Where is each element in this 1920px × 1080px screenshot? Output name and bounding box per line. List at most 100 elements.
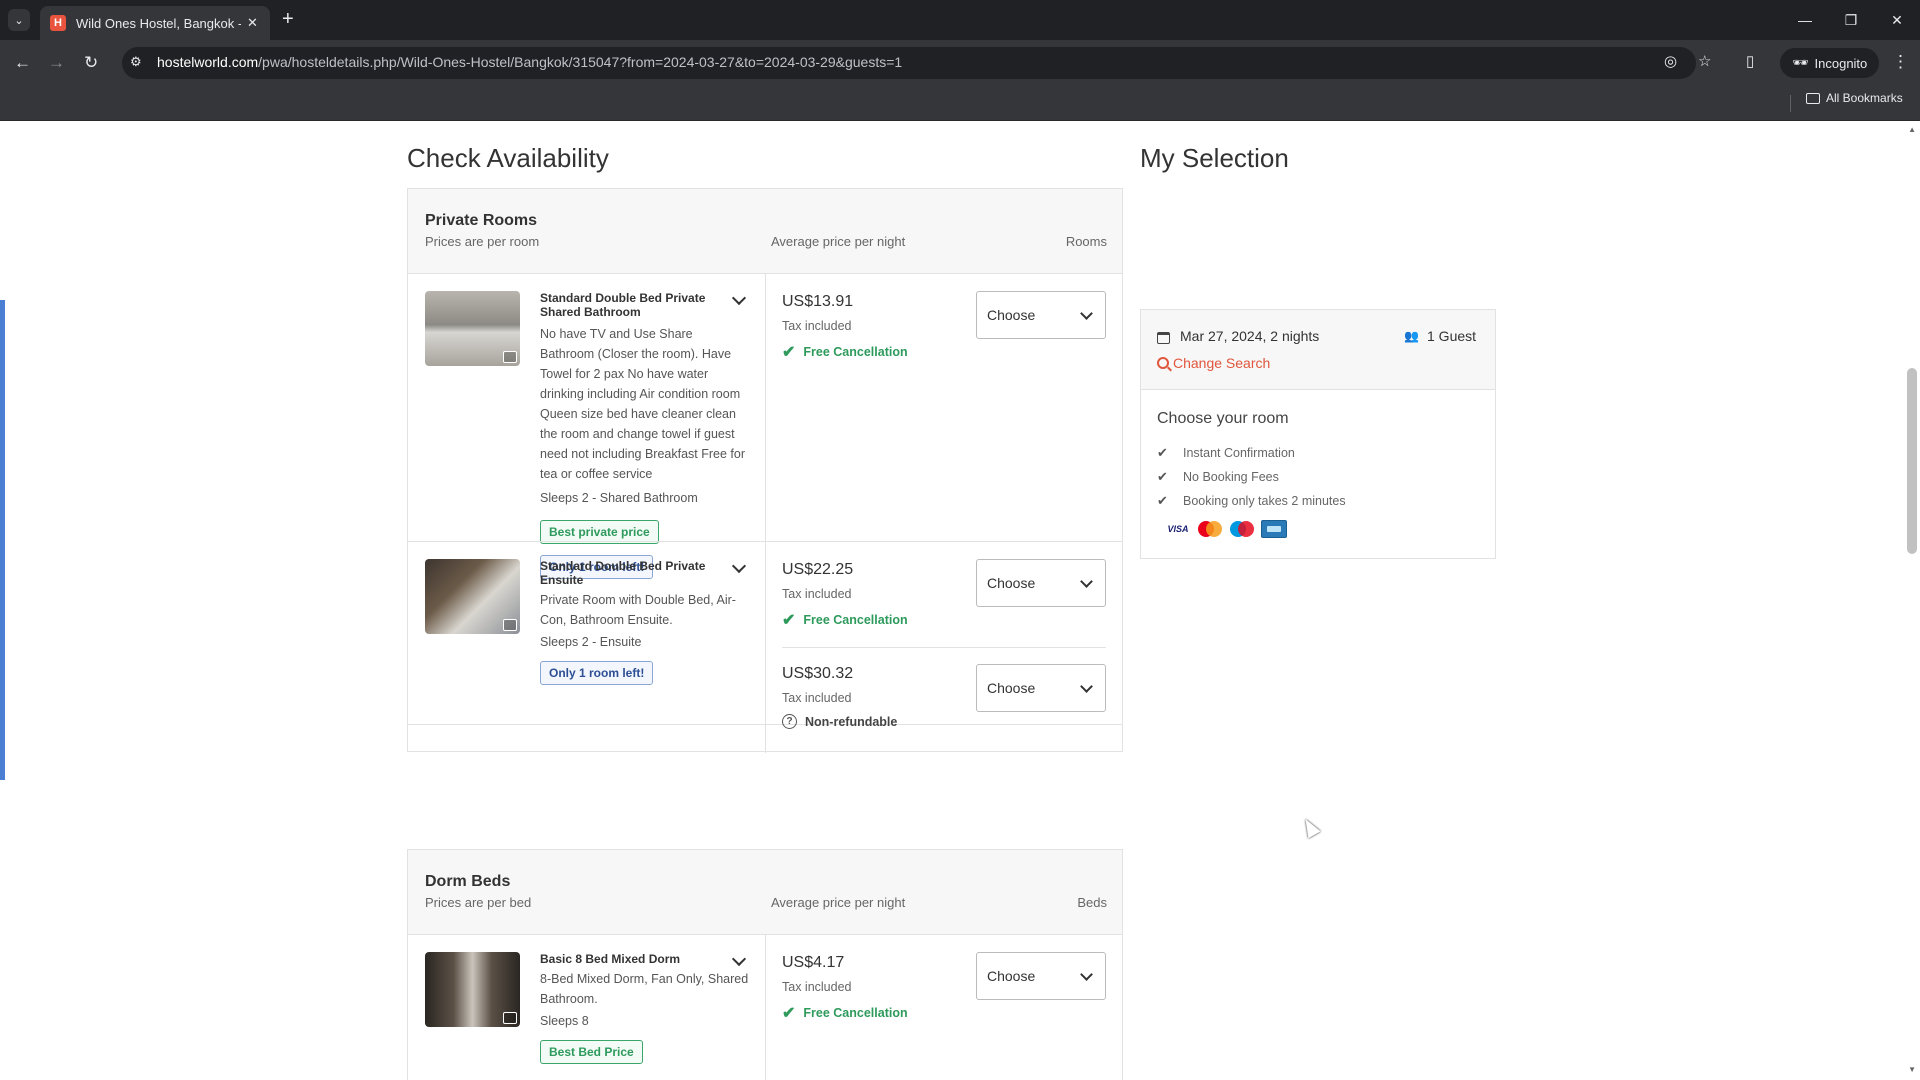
feature-item: ✔ No Booking Fees xyxy=(1157,469,1279,485)
row-divider xyxy=(765,935,766,1080)
guests-icon: 👥 xyxy=(1404,329,1419,343)
rooms-left-badge: Only 1 room left! xyxy=(540,661,654,685)
visa-icon: VISA xyxy=(1167,524,1189,534)
scroll-down-icon[interactable]: ▼ xyxy=(1908,1065,1916,1074)
folder-icon xyxy=(1806,92,1820,104)
rate-tax: Tax included xyxy=(782,980,852,994)
rate-quantity-select[interactable]: Choose xyxy=(976,952,1106,1000)
close-window-icon[interactable]: ✕ xyxy=(1874,0,1920,40)
bookmarks-divider xyxy=(1790,95,1791,112)
rate-quantity-select[interactable]: Choose xyxy=(976,291,1106,339)
scroll-thumb[interactable] xyxy=(1907,368,1917,554)
url-host: hostelworld.com xyxy=(157,54,259,70)
change-search-label: Change Search xyxy=(1173,355,1271,371)
side-panel-icon[interactable]: ▯ xyxy=(1746,52,1754,70)
chevron-down-icon xyxy=(1080,574,1093,588)
choose-room-heading: Choose your room xyxy=(1157,410,1289,427)
tab-close-icon[interactable]: ✕ xyxy=(247,15,258,31)
room-sleeps: Sleeps 2 - Shared Bathroom xyxy=(540,491,698,505)
room-name: Basic 8 Bed Mixed Dorm xyxy=(540,952,681,966)
rate-divider xyxy=(782,647,1106,648)
eye-off-icon[interactable]: ◎ xyxy=(1664,52,1677,70)
rate-quantity-select[interactable]: Choose xyxy=(976,559,1106,607)
rate-tax: Tax included xyxy=(782,587,852,601)
chevron-down-icon xyxy=(1080,679,1093,693)
chevron-down-icon xyxy=(1080,306,1093,320)
rate-quantity-select[interactable]: Choose xyxy=(976,664,1106,712)
minimize-icon[interactable]: — xyxy=(1782,0,1828,40)
site-info-icon[interactable]: ⚙ xyxy=(130,54,142,70)
avg-price-label: Average price per night xyxy=(771,895,906,910)
free-cancellation: ✔ Free Cancellation xyxy=(782,610,908,630)
room-name: Standard Double Bed Private Shared Bathr… xyxy=(540,291,706,319)
policy-label: Non-refundable xyxy=(805,714,898,729)
best-bed-price-badge: Best Bed Price xyxy=(540,1040,643,1064)
feature-item: ✔ Booking only takes 2 minutes xyxy=(1157,493,1346,509)
browser-menu-icon[interactable]: ⋮ xyxy=(1892,52,1909,72)
dorm-beds-title: Dorm Beds xyxy=(425,873,511,890)
avg-price-label: Average price per night xyxy=(771,234,906,249)
all-bookmarks-button[interactable]: All Bookmarks xyxy=(1806,91,1903,105)
select-value: Choose xyxy=(987,968,1036,984)
window-controls: — ❐ ✕ xyxy=(1782,0,1920,40)
tab-search-icon[interactable]: ⌄ xyxy=(8,9,30,31)
room-sleeps: Sleeps 8 xyxy=(540,1014,589,1028)
select-value: Choose xyxy=(987,575,1036,591)
restore-icon[interactable]: ❐ xyxy=(1828,0,1874,40)
rate-price: US$13.91 xyxy=(782,293,854,310)
incognito-icon: 🕶 xyxy=(1792,55,1809,70)
gallery-icon xyxy=(503,619,517,631)
private-rooms-header: Private Rooms Prices are per room Averag… xyxy=(408,189,1122,274)
policy-label: Free Cancellation xyxy=(803,345,908,359)
room-photo[interactable] xyxy=(425,952,520,1027)
check-icon: ✔ xyxy=(1157,469,1168,484)
private-rooms-subtitle: Prices are per room xyxy=(425,234,540,249)
page-scrollbar[interactable]: ▲ ▼ xyxy=(1902,121,1920,1080)
room-photo[interactable] xyxy=(425,291,520,366)
question-icon[interactable]: ? xyxy=(782,714,797,729)
all-bookmarks-label: All Bookmarks xyxy=(1826,91,1903,105)
select-value: Choose xyxy=(987,307,1036,323)
hostelworld-favicon-icon: H xyxy=(50,15,66,31)
tab-title: Wild Ones Hostel, Bangkok - 20 xyxy=(76,15,241,31)
mastercard-icon xyxy=(1197,520,1223,538)
payment-methods: VISA xyxy=(1165,520,1287,538)
free-cancellation: ✔ Free Cancellation xyxy=(782,342,908,362)
browser-tab[interactable]: H Wild Ones Hostel, Bangkok - 20 ✕ xyxy=(40,6,270,40)
new-tab-icon[interactable]: + xyxy=(282,9,294,29)
check-icon: ✔ xyxy=(782,344,796,361)
feature-label: Instant Confirmation xyxy=(1183,446,1295,460)
room-name: Standard Double Bed Private Ensuite xyxy=(540,559,706,587)
forward-icon[interactable]: → xyxy=(48,52,65,74)
check-icon: ✔ xyxy=(1157,493,1168,508)
url-text[interactable]: hostelworld.com/pwa/hosteldetails.php/Wi… xyxy=(157,54,902,70)
bookmark-star-icon[interactable]: ☆ xyxy=(1698,52,1711,70)
back-icon[interactable]: ← xyxy=(14,52,31,74)
dorm-beds-header: Dorm Beds Prices are per bed Average pri… xyxy=(408,850,1122,935)
rate-price: US$30.32 xyxy=(782,665,854,682)
non-refundable: ? Non-refundable xyxy=(782,714,897,729)
change-search-link[interactable]: Change Search xyxy=(1157,355,1270,371)
calendar-icon xyxy=(1157,332,1170,344)
scroll-up-icon[interactable]: ▲ xyxy=(1908,125,1916,134)
bookmarks-bar xyxy=(0,86,1920,121)
gallery-icon xyxy=(503,351,517,363)
rate-price: US$4.17 xyxy=(782,954,845,971)
incognito-badge[interactable]: 🕶 Incognito xyxy=(1780,48,1880,78)
chevron-down-icon[interactable] xyxy=(731,290,747,306)
reload-icon[interactable]: ↻ xyxy=(84,52,98,74)
feature-label: No Booking Fees xyxy=(1183,470,1279,484)
policy-label: Free Cancellation xyxy=(803,1006,908,1020)
chevron-down-icon[interactable] xyxy=(731,558,747,574)
selection-date: Mar 27, 2024, 2 nights xyxy=(1180,328,1320,344)
rate-tax: Tax included xyxy=(782,319,852,333)
check-icon: ✔ xyxy=(782,1005,796,1022)
incognito-label: Incognito xyxy=(1814,55,1868,71)
page-content: Check Availability My Selection Private … xyxy=(0,121,1920,1080)
chevron-down-icon[interactable] xyxy=(731,951,747,967)
selection-summary: Mar 27, 2024, 2 nights 👥 1 Guest Change … xyxy=(1141,310,1495,390)
room-row: Basic 8 Bed Mixed Dorm 8-Bed Mixed Dorm,… xyxy=(408,935,1122,1080)
room-photo[interactable] xyxy=(425,559,520,634)
selection-guests: 1 Guest xyxy=(1427,328,1477,344)
private-rooms-title: Private Rooms xyxy=(425,212,538,229)
